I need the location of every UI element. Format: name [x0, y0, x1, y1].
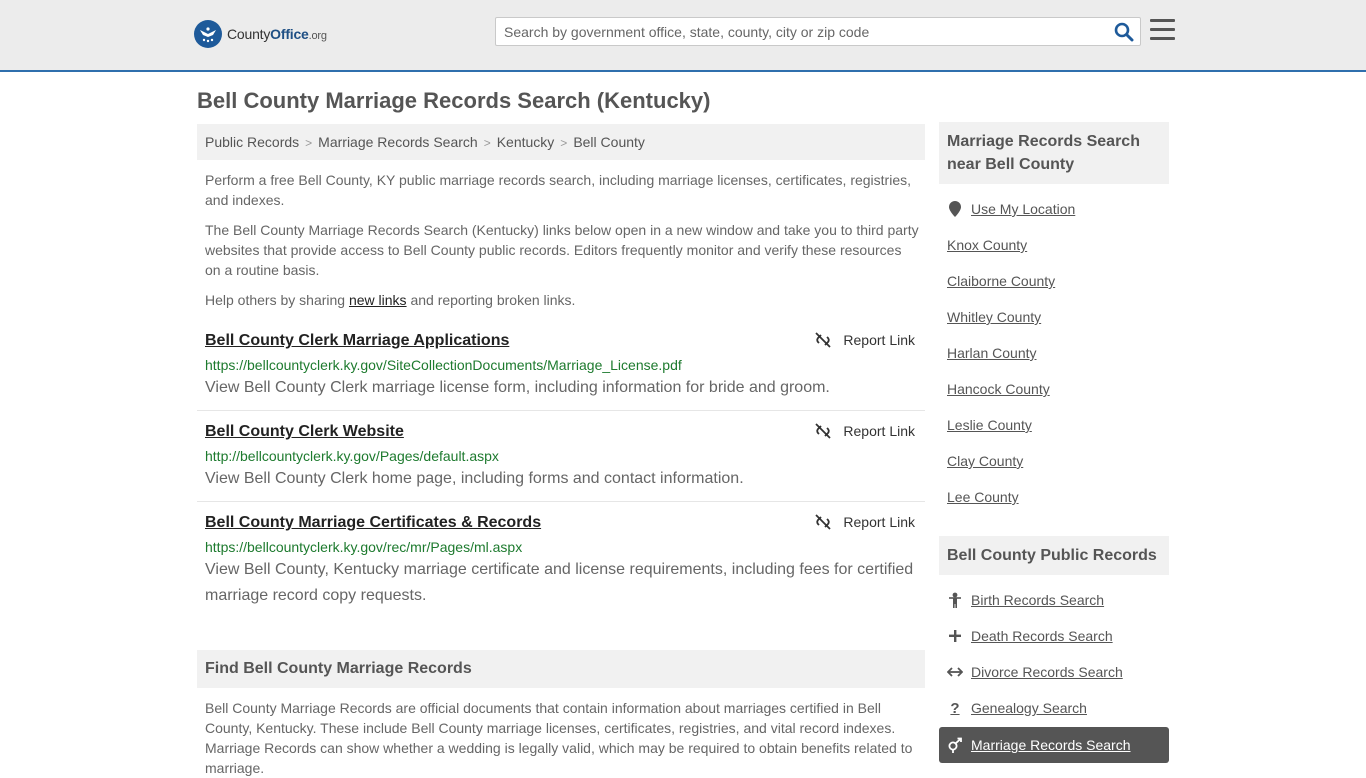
site-logo[interactable]: CountyOffice.org [194, 20, 327, 48]
broken-link-icon [815, 332, 832, 348]
nearby-whitley-county[interactable]: Whitley County [947, 309, 1041, 325]
divider [197, 501, 925, 502]
result-item: Bell County Marriage Certificates & Reco… [197, 512, 925, 612]
nearby-harlan-county[interactable]: Harlan County [947, 345, 1037, 361]
report-link-label: Report Link [843, 332, 915, 348]
genealogy-search-link[interactable]: ? Genealogy Search [947, 699, 1087, 717]
breadcrumb-bell-county: Bell County [573, 134, 645, 150]
new-links-link[interactable]: new links [349, 292, 407, 308]
nearby-knox-county[interactable]: Knox County [947, 237, 1027, 253]
result-title-link[interactable]: Bell County Clerk Marriage Applications [205, 332, 509, 350]
nearby-claiborne-county[interactable]: Claiborne County [947, 273, 1055, 289]
arrows-icon [947, 664, 963, 680]
gender-icon [947, 737, 963, 753]
nearby-heading: Marriage Records Search near Bell County [939, 122, 1169, 184]
nearby-clay-county[interactable]: Clay County [947, 453, 1023, 469]
chevron-right-icon: > [305, 136, 313, 150]
report-link-button[interactable]: Report Link [815, 332, 915, 348]
breadcrumb: Public Records > Marriage Records Search > K… [197, 124, 925, 160]
broken-link-icon [815, 423, 832, 439]
question-icon: ? [950, 699, 960, 717]
marriage-records-label: Marriage Records Search [971, 737, 1131, 753]
divider [197, 410, 925, 411]
chevron-right-icon: > [560, 136, 568, 150]
result-description: View Bell County Clerk marriage license … [205, 379, 830, 396]
public-records-heading: Bell County Public Records [939, 536, 1169, 575]
birth-records-label: Birth Records Search [971, 592, 1105, 608]
result-url: https://bellcountyclerk.ky.gov/SiteColle… [205, 357, 682, 373]
map-pin-icon [947, 201, 963, 217]
breadcrumb-marriage-records[interactable]: Marriage Records Search [318, 134, 478, 150]
breadcrumb-kentucky[interactable]: Kentucky [497, 134, 555, 150]
intro-text: Help others by sharing [205, 292, 349, 308]
cross-icon [947, 628, 963, 644]
hamburger-menu-icon[interactable] [1150, 19, 1175, 41]
nearby-lee-county[interactable]: Lee County [947, 489, 1019, 505]
result-title-link[interactable]: Bell County Clerk Website [205, 423, 404, 441]
page-title: Bell County Marriage Records Search (Ken… [197, 88, 711, 113]
divorce-records-link[interactable]: Divorce Records Search [947, 664, 1123, 680]
birth-records-link[interactable]: Birth Records Search [947, 592, 1104, 608]
breadcrumb-public-records[interactable]: Public Records [205, 134, 299, 150]
result-url: https://bellcountyclerk.ky.gov/rec/mr/Pa… [205, 539, 523, 555]
result-url: http://bellcountyclerk.ky.gov/Pages/defa… [205, 448, 499, 464]
intro-paragraph-1: Perform a free Bell County, KY public ma… [205, 172, 911, 208]
death-records-label: Death Records Search [971, 628, 1113, 644]
intro-paragraph-3: Help others by sharing new links and rep… [205, 290, 920, 310]
result-title-link[interactable]: Bell County Marriage Certificates & Reco… [205, 514, 541, 532]
intro-text-after: and reporting broken links. [406, 292, 576, 308]
use-my-location-link[interactable]: Use My Location [947, 201, 1075, 217]
find-records-text: Bell County Marriage Records are officia… [205, 700, 913, 776]
nearby-hancock-county[interactable]: Hancock County [947, 381, 1050, 397]
use-my-location-label: Use My Location [971, 201, 1076, 217]
search-box [495, 17, 1141, 46]
result-item: Bell County Clerk Marriage Applications … [197, 330, 925, 411]
report-link-label: Report Link [843, 514, 915, 530]
result-item: Bell County Clerk Website Report Link ht… [197, 421, 925, 502]
result-description: View Bell County, Kentucky marriage cert… [205, 561, 914, 604]
search-input[interactable] [496, 18, 1096, 45]
logo-suffix: .org [308, 30, 327, 42]
search-icon[interactable] [1114, 22, 1134, 42]
logo-word: County [227, 26, 271, 42]
logo-text: CountyOffice.org [227, 26, 327, 42]
baby-icon [947, 592, 963, 608]
intro-paragraph-2: The Bell County Marriage Records Search … [205, 222, 919, 278]
logo-seal-icon [194, 20, 222, 48]
nearby-leslie-county[interactable]: Leslie County [947, 417, 1032, 433]
death-records-link[interactable]: Death Records Search [947, 628, 1113, 644]
find-records-heading: Find Bell County Marriage Records [197, 650, 925, 688]
marriage-records-link-active[interactable]: Marriage Records Search [939, 727, 1169, 763]
report-link-button[interactable]: Report Link [815, 423, 915, 439]
report-link-label: Report Link [843, 423, 915, 439]
report-link-button[interactable]: Report Link [815, 514, 915, 530]
logo-bold: Office [270, 26, 309, 42]
result-description: View Bell County Clerk home page, includ… [205, 470, 744, 487]
divorce-records-label: Divorce Records Search [971, 664, 1123, 680]
top-header: CountyOffice.org [0, 0, 1366, 72]
genealogy-search-label: Genealogy Search [971, 700, 1087, 716]
broken-link-icon [815, 514, 832, 530]
chevron-right-icon: > [483, 136, 491, 150]
